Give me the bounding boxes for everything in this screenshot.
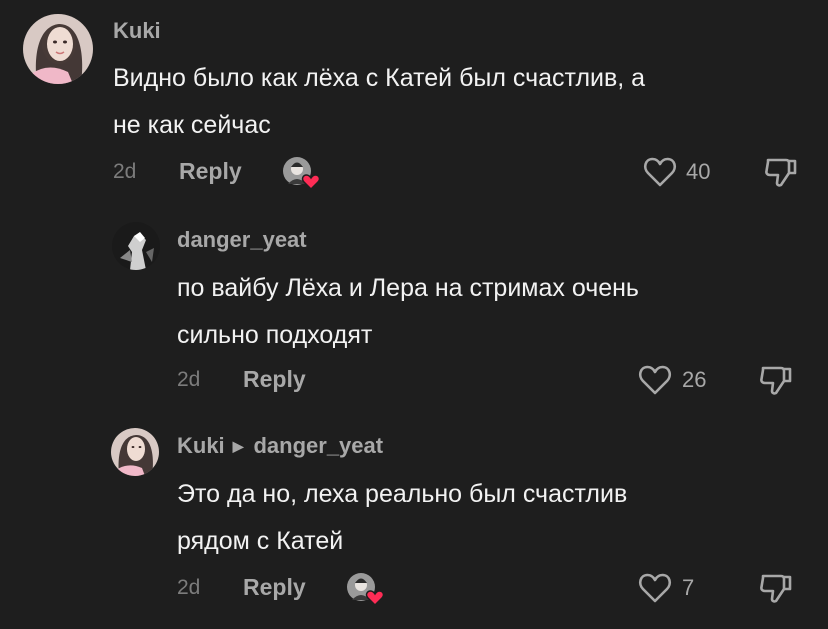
- comment-text-line: сильно подходят: [177, 321, 373, 349]
- avatar[interactable]: [111, 428, 159, 476]
- comment-text-line: Видно было как лёха с Катей был счастлив…: [113, 64, 646, 92]
- comment-item: Kuki Видно было как лёха с Катей был сча…: [0, 0, 828, 200]
- comment-text: по вайбу Лёха и Лера на стримах очень си…: [177, 265, 817, 359]
- reply-target-name[interactable]: danger_yeat: [253, 433, 383, 458]
- thumbs-down-icon[interactable]: [759, 363, 793, 397]
- comment-text: Видно было как лёха с Катей был счастлив…: [113, 55, 753, 149]
- comment-text: Это да но, леха реально был счастлив ряд…: [177, 471, 817, 565]
- like-count: 7: [682, 575, 695, 600]
- comment-author[interactable]: Kuki ▶ danger_yeat: [177, 433, 383, 459]
- heart-outline-icon[interactable]: [643, 156, 677, 187]
- heart-outline-icon[interactable]: [638, 364, 672, 395]
- creator-liked-heart-icon: [346, 572, 385, 607]
- reply-button[interactable]: Reply: [243, 366, 306, 393]
- author-name: danger_yeat: [177, 227, 307, 252]
- reply-button[interactable]: Reply: [179, 158, 242, 185]
- comment-author[interactable]: danger_yeat: [177, 227, 307, 253]
- creator-liked-heart-icon: [282, 156, 321, 191]
- comment-time: 2d: [177, 368, 201, 391]
- comment-text-line: по вайбу Лёха и Лера на стримах очень: [177, 274, 639, 302]
- comment-text-line: Это да но, леха реально был счастлив: [177, 480, 628, 508]
- comment-author[interactable]: Kuki: [113, 18, 161, 44]
- comment-time: 2d: [177, 576, 201, 599]
- comment-time: 2d: [113, 160, 137, 183]
- comment-text-line: рядом с Катей: [177, 527, 344, 555]
- heart-outline-icon[interactable]: [638, 572, 672, 603]
- comment-item: Kuki ▶ danger_yeat Это да но, леха реально…: [0, 418, 828, 629]
- thumbs-down-icon[interactable]: [759, 571, 793, 605]
- comment-text-line: не как сейчас: [113, 111, 271, 139]
- comment-item: danger_yeat по вайбу Лёха и Лера на стри…: [0, 210, 828, 410]
- like-count: 40: [686, 159, 711, 184]
- author-name: Kuki: [113, 18, 161, 43]
- like-count: 26: [682, 367, 707, 392]
- author-name: Kuki: [177, 433, 225, 458]
- avatar[interactable]: [23, 14, 93, 84]
- reply-button[interactable]: Reply: [243, 574, 306, 601]
- avatar[interactable]: [112, 222, 160, 270]
- reply-arrow-icon: ▶: [232, 438, 244, 454]
- thumbs-down-icon[interactable]: [764, 155, 798, 189]
